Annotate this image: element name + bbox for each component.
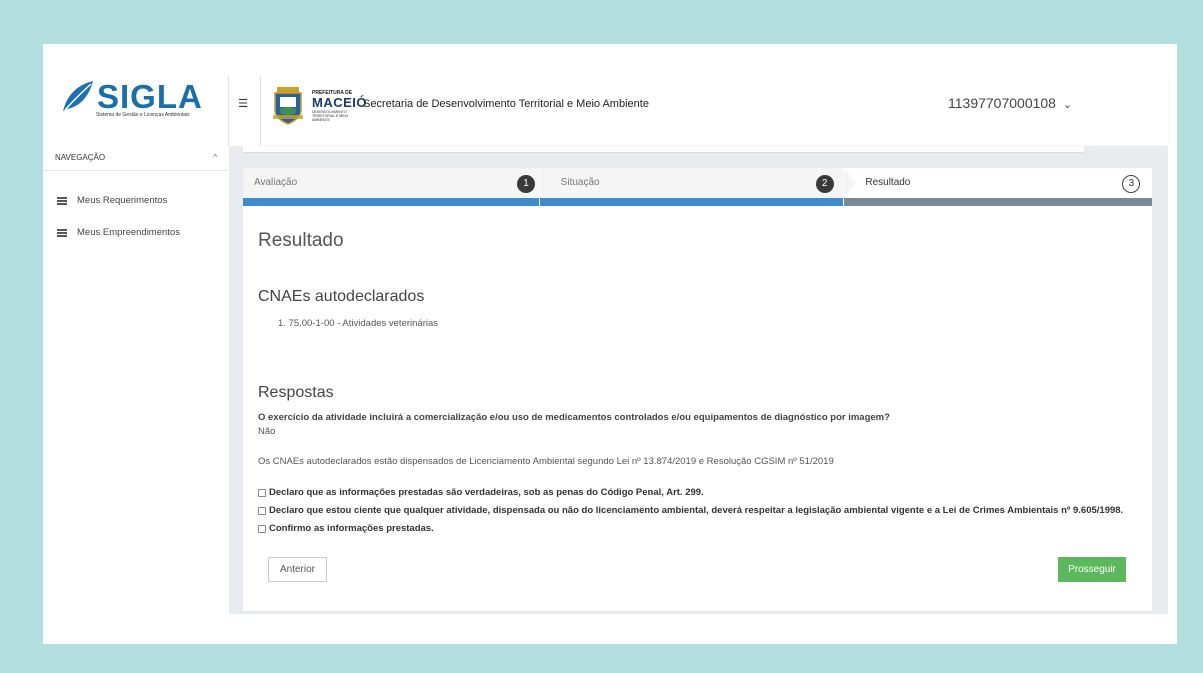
step-avaliacao[interactable]: Avaliação 1	[243, 168, 539, 206]
step-arrow-icon	[844, 168, 857, 198]
step-situacao[interactable]: Situação 2	[539, 168, 844, 206]
nav-section-header[interactable]: NAVEGAÇÃO ^	[43, 147, 229, 171]
checkbox-label: Declaro que as informações prestadas são…	[269, 487, 704, 498]
checkbox-label: Declaro que estou ciente que qualquer at…	[269, 505, 1124, 516]
top-header: PREFEITURA DE MACEIÓ DESENVOLVIMENTO TER…	[261, 76, 1168, 145]
user-menu[interactable]: 11397707000108 ⌄	[948, 95, 1072, 111]
list-icon	[57, 196, 67, 205]
checkbox[interactable]	[258, 524, 266, 533]
chevron-down-icon: ⌄	[1062, 99, 1073, 111]
top-panel-edge	[243, 146, 1084, 153]
prefeitura-city: MACEIÓ	[312, 95, 367, 110]
step-progress-bar	[844, 198, 1152, 206]
leaf-logo-icon	[63, 81, 93, 111]
step-number: 3	[1122, 175, 1141, 193]
app-frame: SIGLA Sistema de Gestão e Licenças Ambie…	[43, 44, 1177, 644]
dispensa-note: Os CNAEs autodeclarados estão dispensado…	[258, 456, 834, 467]
checkbox-label: Confirmo as informações prestadas.	[269, 523, 434, 534]
prefeitura-subtitle: DESENVOLVIMENTO TERRITORIAL E MEIO AMBIE…	[312, 110, 349, 122]
respostas-heading: Respostas	[258, 384, 334, 401]
proceed-button[interactable]: Prosseguir	[1058, 557, 1126, 582]
step-label: Resultado	[865, 177, 911, 188]
step-label: Avaliação	[254, 177, 298, 188]
logo-subtitle: Sistema de Gestão e Licenças Ambientais	[96, 112, 190, 118]
list-item: 1. 75.00-1-00 - Atividades veterinárias	[278, 318, 439, 329]
chevron-up-icon: ^	[213, 153, 217, 162]
header-title: Secretaria de Desenvolvimento Territoria…	[363, 98, 649, 110]
step-number: 2	[815, 175, 834, 193]
maceio-crest-icon	[273, 87, 303, 125]
step-label: Situação	[560, 177, 600, 188]
sidebar-item-meus-empreendimentos[interactable]: Meus Empreendimentos	[57, 227, 180, 238]
checkbox[interactable]	[258, 488, 266, 497]
cnaes-heading: CNAEs autodeclarados	[258, 288, 425, 305]
step-number: 1	[517, 175, 535, 193]
checkbox[interactable]	[258, 506, 266, 515]
sidebar-item-label: Meus Empreendimentos	[77, 227, 180, 238]
step-resultado[interactable]: Resultado 3	[844, 168, 1152, 206]
logo-text: SIGLA	[97, 78, 203, 115]
step-progress-bar	[243, 198, 539, 206]
sidebar-item-label: Meus Requerimentos	[77, 195, 168, 206]
sidebar-item-meus-requerimentos[interactable]: Meus Requerimentos	[57, 195, 167, 206]
user-id: 11397707000108	[948, 95, 1056, 111]
page-title: Resultado	[258, 230, 344, 251]
previous-button[interactable]: Anterior	[268, 557, 327, 582]
list-icon	[57, 228, 67, 237]
step-progress-bar	[539, 198, 844, 206]
wizard-steps: Avaliação 1 Situação 2 Resultado 3	[243, 168, 1152, 206]
divider	[228, 76, 229, 146]
answer-text: Não	[258, 426, 276, 437]
nav-section-label: NAVEGAÇÃO	[55, 153, 106, 162]
declaro-ciencia-checkbox[interactable]: Declaro que estou ciente que qualquer at…	[258, 505, 1123, 516]
question-text: O exercício da atividade incluirá a come…	[258, 412, 890, 423]
confirmo-checkbox[interactable]: Confirmo as informações prestadas.	[258, 523, 434, 534]
declaro-veracidade-checkbox[interactable]: Declaro que as informações prestadas são…	[258, 487, 704, 498]
wizard-panel: Avaliação 1 Situação 2 Resultado 3 Resul…	[243, 168, 1152, 611]
menu-toggle-icon[interactable]: ☰	[236, 97, 250, 111]
